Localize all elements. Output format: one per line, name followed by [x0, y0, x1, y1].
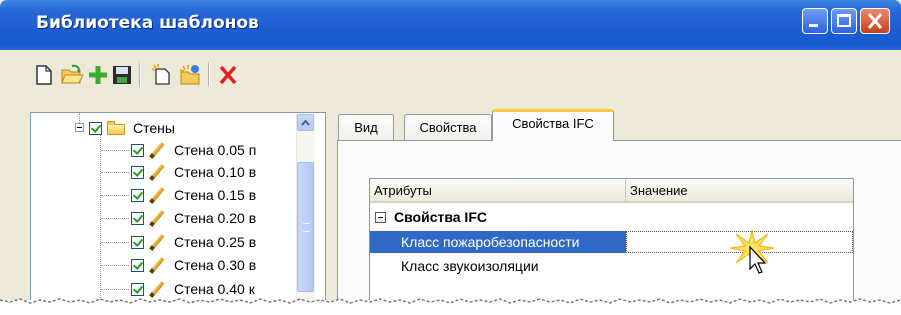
property-row[interactable]: Класс звукоизоляции: [370, 255, 853, 277]
column-header-label: Атрибуты: [374, 182, 432, 198]
tree-item[interactable]: Стена 0.10 в: [131, 162, 256, 182]
column-header-attributes[interactable]: Атрибуты: [370, 179, 626, 203]
open-folder-icon[interactable]: [60, 63, 84, 87]
property-row[interactable]: Класс пожаробезопасности: [370, 231, 853, 253]
item-checkbox[interactable]: [131, 258, 144, 272]
item-label: Стена 0.10 в: [174, 164, 257, 180]
toolbar-separator: [208, 63, 209, 87]
item-label: Стена 0.25 в: [174, 234, 257, 250]
pencil-icon: [148, 163, 166, 181]
folder-label: Стены: [133, 120, 175, 136]
property-name: Класс звукоизоляции: [401, 258, 539, 274]
maximize-button[interactable]: [831, 8, 857, 34]
item-checkbox[interactable]: [131, 188, 144, 202]
tab-properties[interactable]: Свойства: [404, 114, 492, 140]
pencil-icon: [148, 209, 166, 227]
item-checkbox[interactable]: [131, 143, 144, 157]
tree-line: [101, 195, 129, 196]
tree-line: [101, 289, 129, 290]
maximize-icon: [837, 14, 851, 27]
save-icon[interactable]: [110, 63, 134, 87]
property-category[interactable]: Свойства IFC: [370, 205, 853, 229]
pencil-icon: [148, 256, 166, 274]
collapse-icon[interactable]: [375, 211, 386, 223]
folder-checkbox[interactable]: [89, 121, 102, 135]
chevron-up-icon: [301, 119, 310, 126]
item-label: Стена 0.40 к: [174, 281, 255, 297]
tab-label: Свойства IFC: [512, 116, 594, 131]
property-name: Класс пожаробезопасности: [370, 231, 626, 253]
item-checkbox[interactable]: [131, 211, 144, 225]
tree-line: [101, 242, 129, 243]
tree-scrollbar[interactable]: [296, 114, 315, 300]
item-label: Стена 0.15 в: [174, 187, 257, 203]
tree-item[interactable]: Стена 0.20 в: [131, 208, 256, 228]
item-label: Стена 0.20 в: [174, 210, 257, 226]
property-grid[interactable]: Атрибуты Значение Свойства IFC Класс пож…: [369, 178, 854, 300]
new-file-icon[interactable]: [32, 63, 56, 87]
delete-icon[interactable]: [216, 63, 240, 87]
pencil-icon: [148, 186, 166, 204]
tab-label: Свойства: [419, 120, 477, 135]
folder-icon: [107, 121, 125, 135]
tree-folder-walls[interactable]: Стены: [89, 118, 175, 138]
new-folder-icon[interactable]: [178, 63, 202, 87]
close-button[interactable]: [860, 8, 890, 34]
torn-edge: [0, 298, 901, 304]
tree-item[interactable]: Стена 0.25 в: [131, 232, 256, 252]
template-library-window: Библиотека шаблонов Стены Стена 0.05 п С…: [0, 0, 901, 300]
tree-line: [101, 172, 129, 173]
scroll-up-button[interactable]: [297, 114, 314, 131]
collapse-toggle[interactable]: [75, 123, 84, 132]
tree-line: [101, 265, 129, 266]
tab-ifc-properties[interactable]: Свойства IFC: [492, 109, 614, 141]
close-icon: [867, 13, 883, 29]
item-checkbox[interactable]: [131, 282, 144, 296]
tree-item[interactable]: Стена 0.30 в: [131, 255, 256, 275]
column-header-value[interactable]: Значение: [626, 179, 853, 203]
tree-line: [101, 218, 129, 219]
pencil-icon: [148, 233, 166, 251]
item-checkbox[interactable]: [131, 235, 144, 249]
tree-item[interactable]: Стена 0.15 в: [131, 185, 256, 205]
new-template-icon[interactable]: [150, 63, 174, 87]
thumb-grip-icon: [303, 223, 310, 232]
add-icon[interactable]: [86, 63, 110, 87]
category-label: Свойства IFC: [394, 209, 487, 225]
column-header-label: Значение: [630, 182, 688, 198]
tree-item[interactable]: Стена 0.05 п: [131, 140, 256, 160]
toolbar: [0, 50, 901, 100]
title-bar[interactable]: Библиотека шаблонов: [0, 0, 901, 50]
pencil-icon: [148, 141, 166, 159]
tree-line: [101, 150, 129, 151]
template-tree[interactable]: Стены Стена 0.05 п Стена 0.10 в Стена 0.…: [30, 112, 326, 300]
minimize-button[interactable]: [802, 8, 828, 34]
toolbar-separator: [139, 63, 140, 87]
tab-view[interactable]: Вид: [338, 114, 394, 140]
item-checkbox[interactable]: [131, 165, 144, 179]
window-title: Библиотека шаблонов: [36, 13, 259, 33]
mouse-pointer-icon: [749, 245, 767, 274]
tab-label: Вид: [354, 120, 378, 135]
item-label: Стена 0.30 в: [174, 257, 257, 273]
item-label: Стена 0.05 п: [174, 142, 257, 158]
scroll-thumb[interactable]: [297, 162, 314, 292]
minimize-icon: [809, 24, 818, 27]
